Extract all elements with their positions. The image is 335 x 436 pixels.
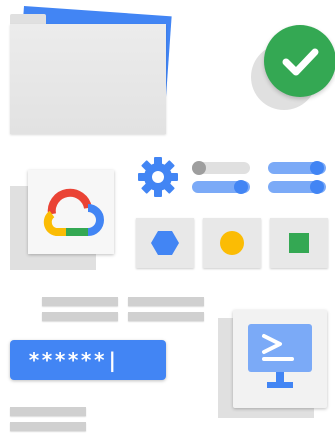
placeholder-line [10, 422, 86, 431]
placeholder-line [10, 407, 86, 416]
toggle-switch-on[interactable] [268, 161, 326, 175]
hexagon-icon [151, 231, 179, 255]
password-field[interactable]: ******| [10, 340, 166, 380]
terminal-monitor-card [233, 310, 327, 408]
square-tile[interactable] [270, 218, 328, 268]
toggle-switch-off[interactable] [192, 161, 250, 175]
square-icon [289, 233, 309, 253]
google-cloud-logo [43, 188, 104, 236]
toggle-switch-on[interactable] [268, 180, 326, 194]
placeholder-line [42, 312, 118, 321]
placeholder-line [128, 312, 204, 321]
placeholder-line [128, 297, 204, 306]
terminal-monitor-icon [248, 324, 312, 388]
placeholder-line [42, 297, 118, 306]
circle-icon [220, 231, 244, 255]
check-badge [264, 25, 335, 97]
checkmark-icon [282, 48, 319, 76]
folder-icon [10, 24, 166, 134]
hexagon-tile[interactable] [136, 218, 194, 268]
toggle-switch-on[interactable] [192, 180, 250, 194]
circle-tile[interactable] [203, 218, 261, 268]
google-cloud-card [28, 170, 114, 254]
gear-icon [138, 157, 178, 197]
